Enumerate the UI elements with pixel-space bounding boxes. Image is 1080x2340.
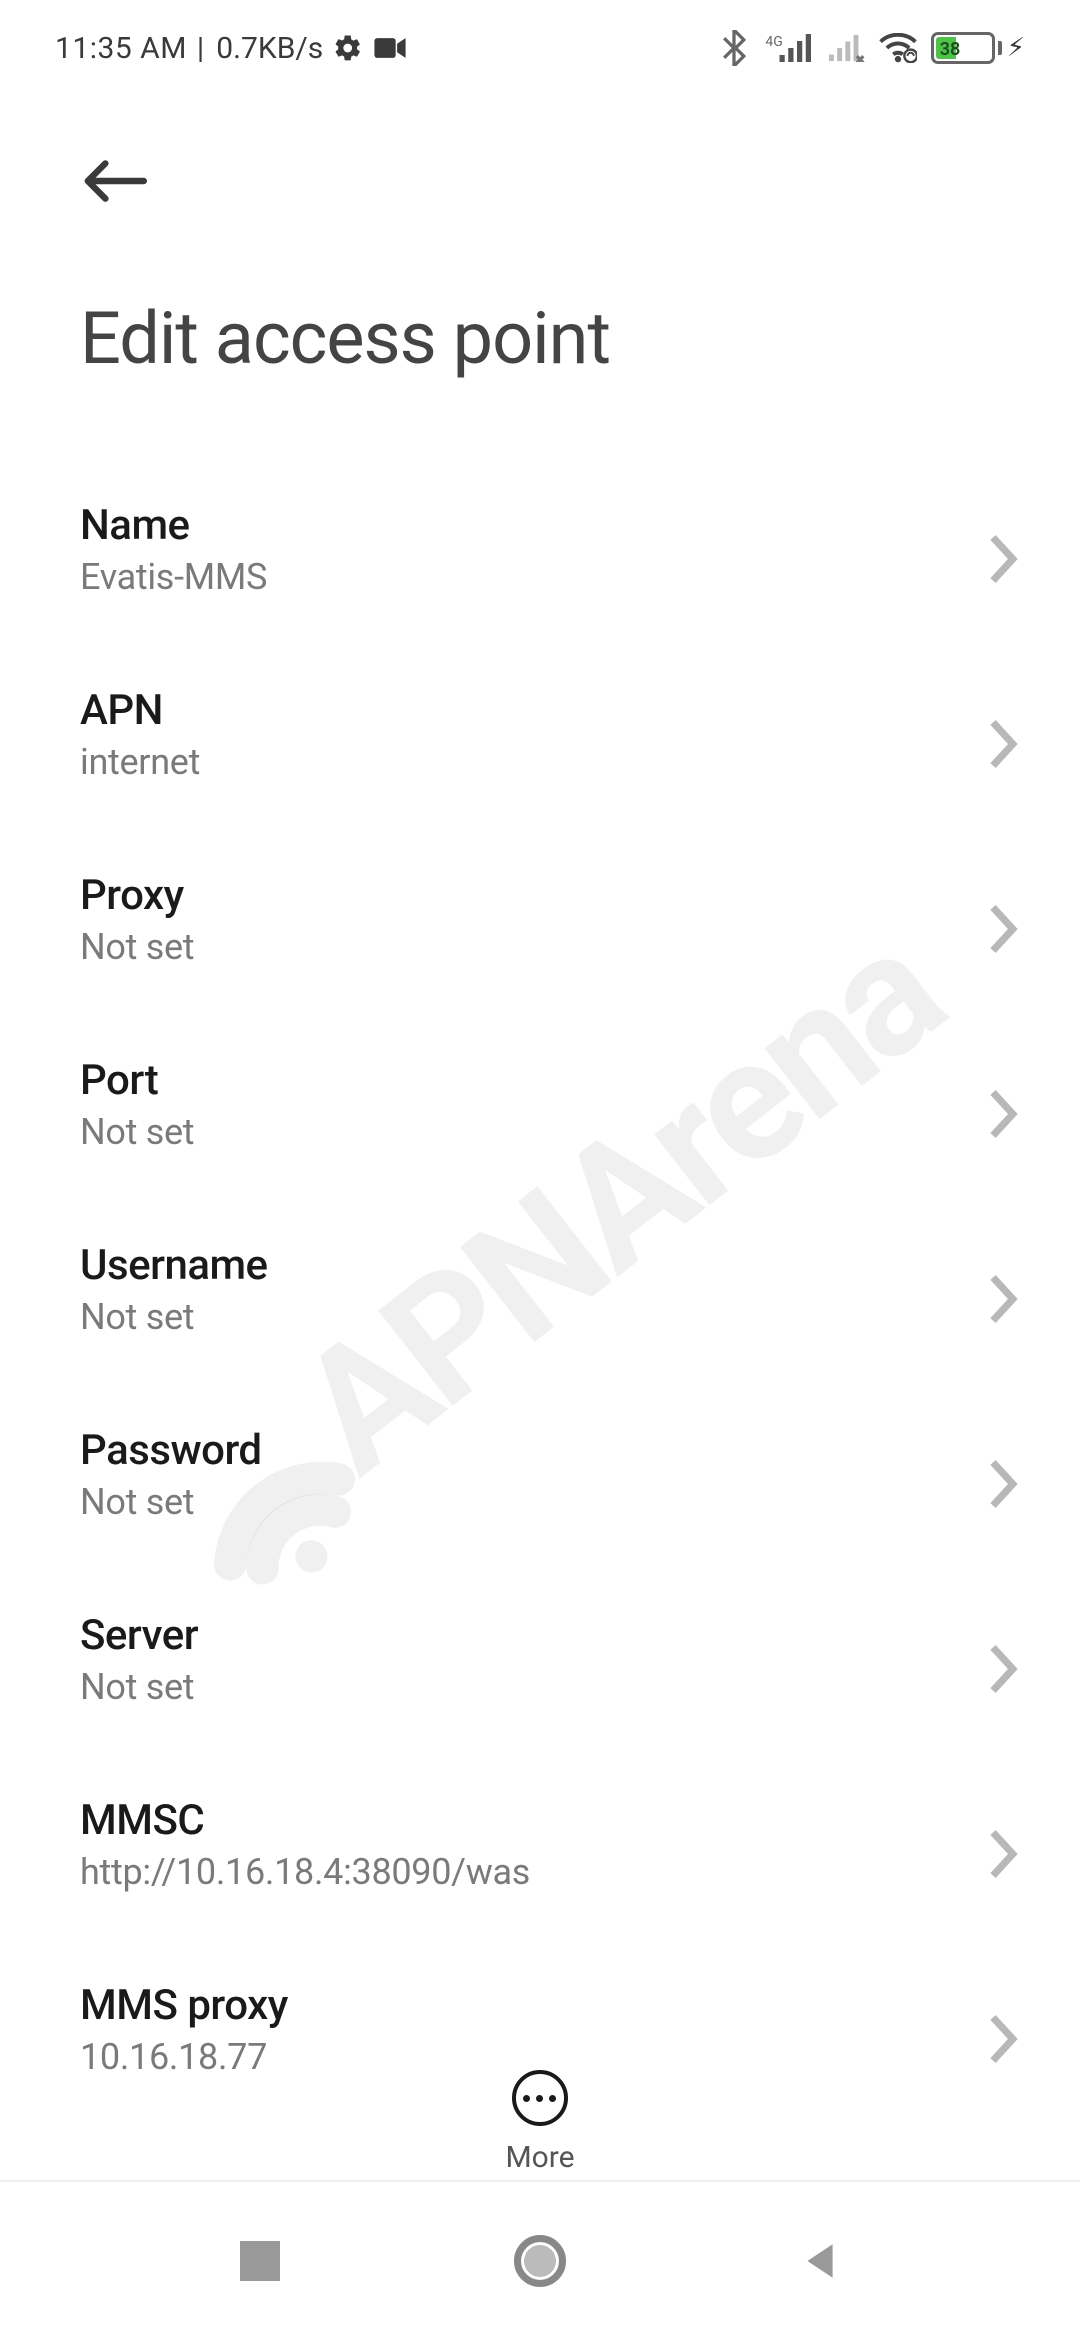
more-button[interactable]: More	[505, 2070, 574, 2175]
charging-icon: ⚡︎	[1007, 33, 1025, 63]
chevron-right-icon	[984, 1827, 1020, 1863]
square-icon	[240, 2241, 280, 2281]
setting-row-username[interactable]: Username Not set	[80, 1201, 1020, 1386]
navigation-bar	[0, 2180, 1080, 2340]
setting-value: Not set	[80, 1296, 268, 1338]
setting-label: Proxy	[80, 871, 194, 920]
chevron-right-icon	[984, 1457, 1020, 1493]
setting-row-server[interactable]: Server Not set	[80, 1571, 1020, 1756]
chevron-right-icon	[984, 717, 1020, 753]
setting-label: Server	[80, 1611, 198, 1660]
status-time: 11:35 AM	[55, 31, 187, 66]
setting-row-port[interactable]: Port Not set	[80, 1016, 1020, 1201]
status-left: 11:35 AM | 0.7KB/s	[55, 31, 407, 66]
nav-back-button[interactable]	[790, 2231, 850, 2291]
triangle-left-icon	[799, 2240, 841, 2282]
setting-row-password[interactable]: Password Not set	[80, 1386, 1020, 1571]
status-bar: 11:35 AM | 0.7KB/s 4G 38 ⚡︎	[0, 0, 1080, 86]
network-type-badge: 4G	[765, 34, 782, 50]
setting-label: Name	[80, 501, 267, 550]
setting-value: internet	[80, 741, 200, 783]
setting-value: Not set	[80, 1111, 194, 1153]
status-right: 4G 38 ⚡︎	[721, 30, 1025, 66]
more-label: More	[505, 2140, 574, 2175]
signal-sim1-icon: 4G	[761, 34, 814, 62]
setting-value: Not set	[80, 1666, 198, 1708]
chevron-right-icon	[984, 532, 1020, 568]
setting-value: http://10.16.18.4:38090/was	[80, 1851, 530, 1893]
header	[0, 86, 1080, 246]
setting-label: MMS proxy	[80, 1981, 288, 2030]
bottom-action-bar: More	[0, 2070, 1080, 2175]
battery-percent: 38	[940, 39, 961, 60]
settings-list: Name Evatis-MMS APN internet Proxy Not s…	[0, 441, 1080, 2126]
chevron-right-icon	[984, 1642, 1020, 1678]
circle-icon	[514, 2235, 566, 2287]
setting-label: Username	[80, 1241, 268, 1290]
setting-row-name[interactable]: Name Evatis-MMS	[80, 461, 1020, 646]
setting-label: Password	[80, 1426, 262, 1475]
battery-indicator: 38 ⚡︎	[931, 32, 1025, 64]
setting-row-mmsc[interactable]: MMSC http://10.16.18.4:38090/was	[80, 1756, 1020, 1941]
chevron-right-icon	[984, 902, 1020, 938]
signal-sim2-icon	[829, 34, 865, 62]
setting-label: MMSC	[80, 1796, 530, 1845]
status-separator: |	[197, 31, 204, 66]
back-button[interactable]	[80, 146, 150, 216]
setting-value: Evatis-MMS	[80, 556, 267, 598]
more-icon	[512, 2070, 568, 2126]
gear-icon	[333, 33, 363, 63]
setting-value: Not set	[80, 1481, 262, 1523]
setting-label: Port	[80, 1056, 194, 1105]
setting-row-apn[interactable]: APN internet	[80, 646, 1020, 831]
arrow-left-icon	[83, 157, 147, 205]
chevron-right-icon	[984, 1272, 1020, 1308]
setting-label: APN	[80, 686, 200, 735]
chevron-right-icon	[984, 2012, 1020, 2048]
camera-icon	[373, 35, 407, 61]
status-speed: 0.7KB/s	[216, 31, 323, 66]
chevron-right-icon	[984, 1087, 1020, 1123]
page-title: Edit access point	[0, 246, 1080, 441]
nav-home-button[interactable]	[510, 2231, 570, 2291]
setting-value: Not set	[80, 926, 194, 968]
nav-recent-button[interactable]	[230, 2231, 290, 2291]
setting-row-proxy[interactable]: Proxy Not set	[80, 831, 1020, 1016]
bluetooth-icon	[721, 30, 747, 66]
wifi-icon	[879, 33, 917, 63]
